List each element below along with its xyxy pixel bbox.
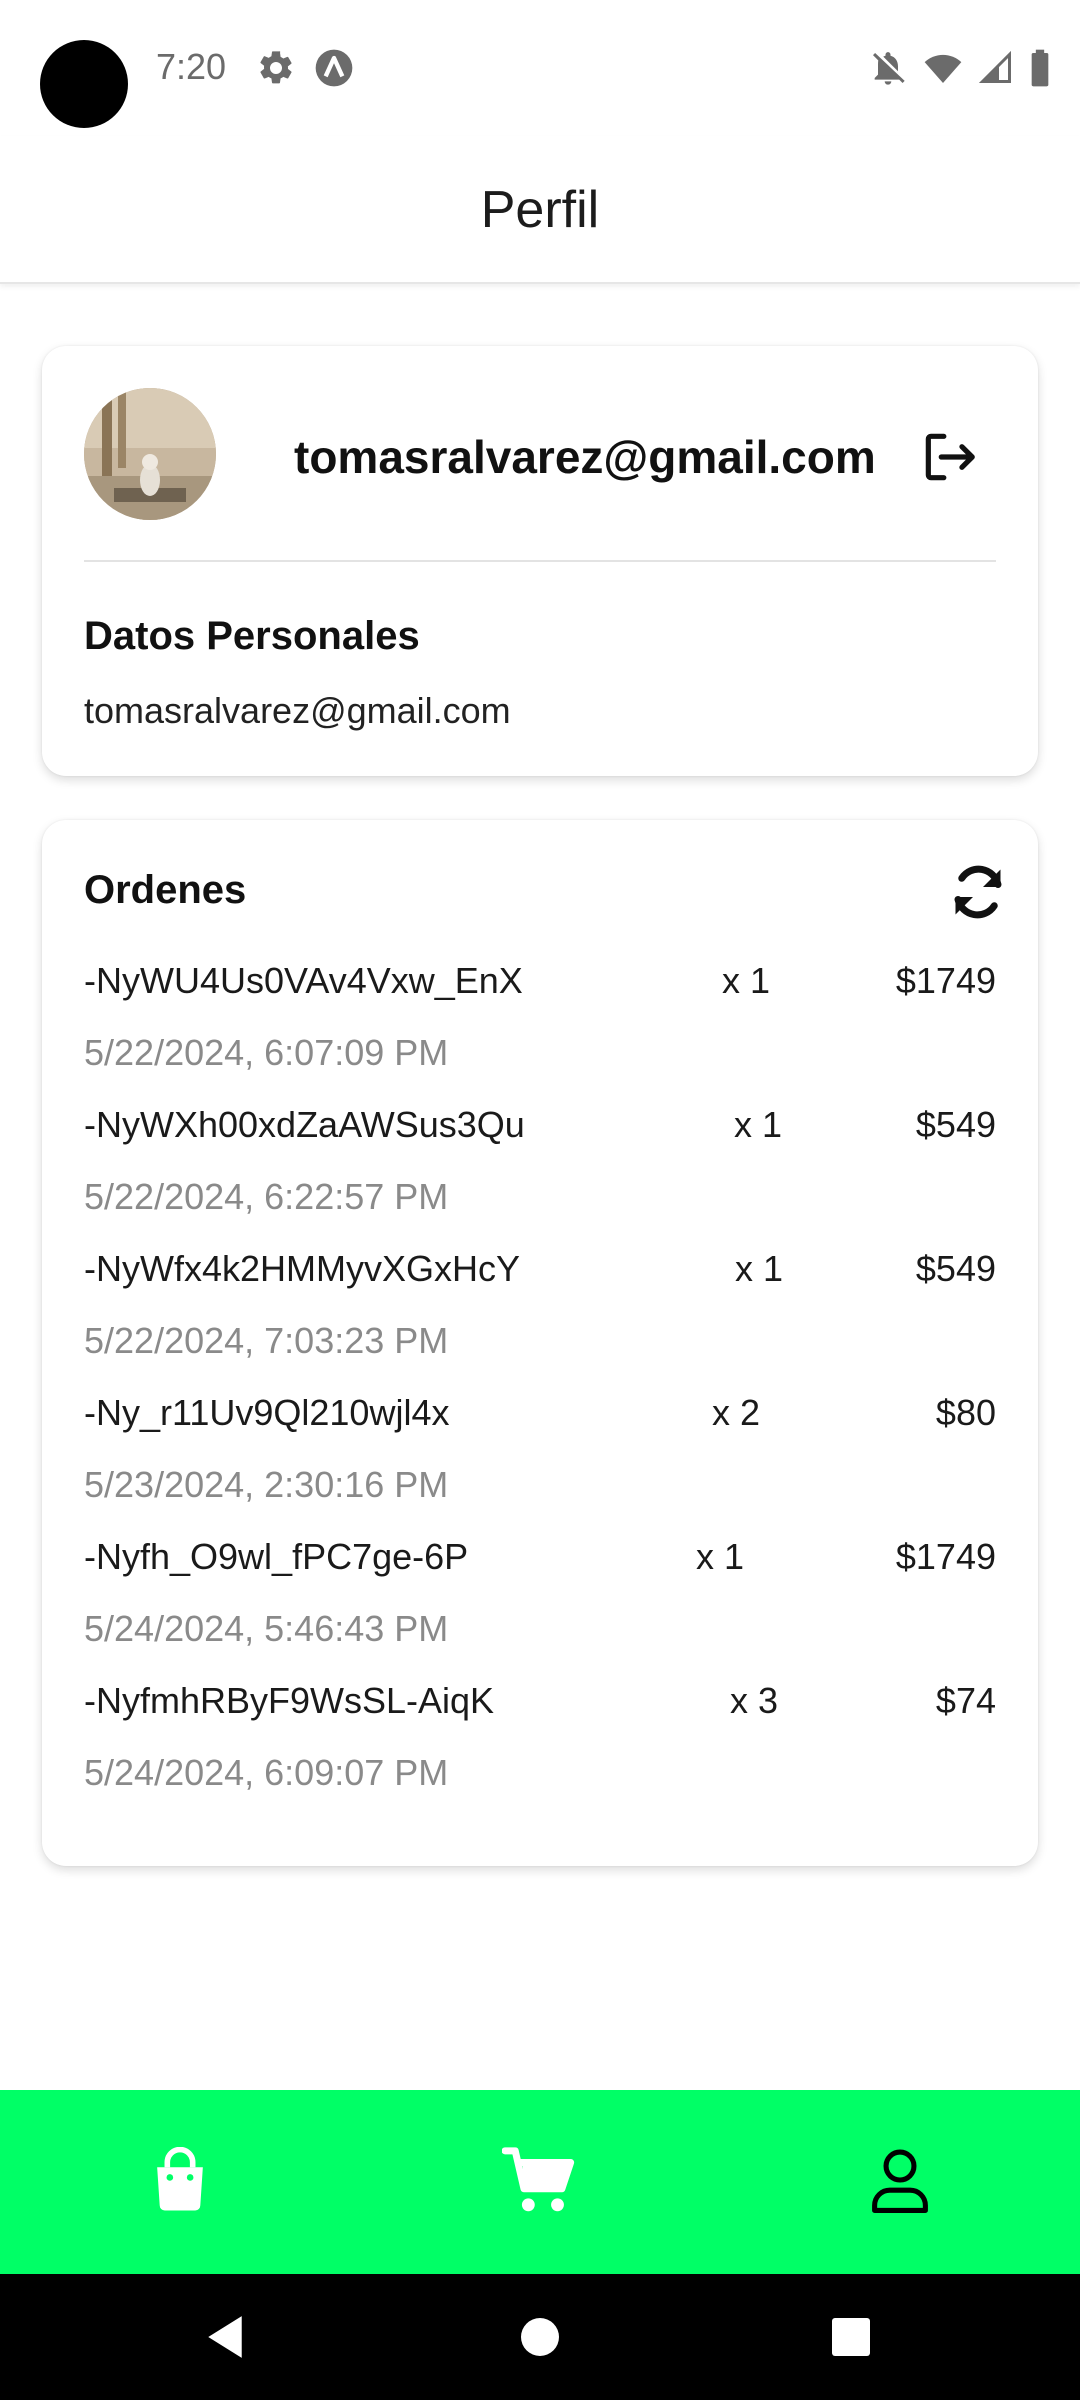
order-row[interactable]: -NyWXh00xdZaAWSus3Qu x 1 $549 5/22/2024,… (84, 1104, 996, 1248)
order-id: -NyWfx4k2HMMyvXGxHcY (84, 1248, 521, 1289)
order-quantity: x 1 (696, 1536, 745, 1577)
camera-cutout (40, 40, 128, 128)
order-date: 5/22/2024, 6:22:57 PM (84, 1176, 449, 1217)
order-quantity: x 1 (735, 1248, 784, 1289)
order-row[interactable]: -Nyfh_O9wl_fPC7ge-6P x 1 $1749 5/24/2024… (84, 1536, 996, 1680)
order-price: $549 (915, 1248, 996, 1289)
recent-apps-icon (832, 2318, 870, 2356)
bottom-nav (0, 2090, 1080, 2274)
logout-icon[interactable] (918, 426, 980, 488)
order-quantity: x 3 (730, 1680, 779, 1721)
notifications-off-icon (873, 52, 905, 85)
order-row[interactable]: -NyWfx4k2HMMyvXGxHcY x 1 $549 5/22/2024,… (84, 1248, 996, 1392)
signal-icon (978, 50, 1011, 83)
settings-icon (260, 51, 292, 84)
order-price: $80 (935, 1392, 996, 1433)
order-date: 5/22/2024, 7:03:23 PM (84, 1320, 449, 1361)
order-date: 5/24/2024, 5:46:43 PM (84, 1608, 449, 1649)
nav-profile[interactable] (850, 2130, 950, 2230)
order-date: 5/24/2024, 6:09:07 PM (84, 1752, 449, 1793)
personal-email: tomasralvarez@gmail.com (84, 690, 511, 731)
order-quantity: x 1 (734, 1104, 783, 1145)
orders-card: Ordenes -NyWU4Us0VAv4Vxw_EnX x 1 $1749 5… (42, 820, 1038, 1866)
profile-card: tomasralvarez@gmail.com Datos Personales… (42, 346, 1038, 776)
status-time: 7:20 (156, 46, 227, 87)
nav-cart[interactable] (490, 2130, 590, 2230)
order-price: $74 (935, 1680, 996, 1721)
status-icons-right (868, 48, 1052, 88)
personal-data-title: Datos Personales (84, 614, 420, 658)
order-date: 5/23/2024, 2:30:16 PM (84, 1464, 449, 1505)
profile-email: tomasralvarez@gmail.com (294, 431, 876, 483)
nav-shop[interactable] (130, 2130, 230, 2230)
status-bar: 7:20 (0, 0, 1080, 136)
order-id: -Ny_r11Uv9Ql210wjl4x (84, 1392, 450, 1433)
order-price: $1749 (895, 1536, 996, 1577)
user-icon (872, 2149, 928, 2213)
refresh-icon[interactable] (948, 862, 1008, 922)
home-icon (521, 2318, 559, 2356)
order-id: -Nyfh_O9wl_fPC7ge-6P (84, 1536, 469, 1577)
order-id: -NyWXh00xdZaAWSus3Qu (84, 1104, 525, 1145)
system-recent-apps-button[interactable] (818, 2304, 884, 2370)
order-id: -NyfmhRByF9WsSL-AiqK (84, 1680, 495, 1721)
orders-list: -NyWU4Us0VAv4Vxw_EnX x 1 $1749 5/22/2024… (84, 960, 996, 1824)
order-row[interactable]: -NyfmhRByF9WsSL-AiqK x 3 $74 5/24/2024, … (84, 1680, 996, 1824)
order-price: $549 (915, 1104, 996, 1145)
back-icon (208, 2316, 242, 2358)
battery-icon (1031, 49, 1049, 87)
system-nav-bar (0, 2274, 1080, 2400)
order-date: 5/22/2024, 6:07:09 PM (84, 1032, 449, 1073)
wifi-icon (924, 54, 962, 83)
system-back-button[interactable] (192, 2304, 258, 2370)
order-row[interactable]: -Ny_r11Uv9Ql210wjl4x x 2 $80 5/23/2024, … (84, 1392, 996, 1536)
avatar (84, 388, 216, 520)
avatar-photo (84, 388, 216, 520)
shopping-bag-icon (157, 2147, 203, 2211)
page-title: Perfil (480, 181, 600, 239)
order-row[interactable]: -NyWU4Us0VAv4Vxw_EnX x 1 $1749 5/22/2024… (84, 960, 996, 1104)
order-price: $1749 (895, 960, 996, 1001)
order-id: -NyWU4Us0VAv4Vxw_EnX (84, 960, 523, 1001)
divider (84, 560, 996, 562)
order-quantity: x 2 (712, 1392, 761, 1433)
app-header: Perfil (0, 136, 1080, 284)
app-notification-icon (315, 49, 353, 87)
orders-title: Ordenes (84, 868, 247, 912)
system-home-button[interactable] (507, 2304, 573, 2370)
order-quantity: x 1 (722, 960, 771, 1001)
cart-icon (502, 2147, 575, 2212)
